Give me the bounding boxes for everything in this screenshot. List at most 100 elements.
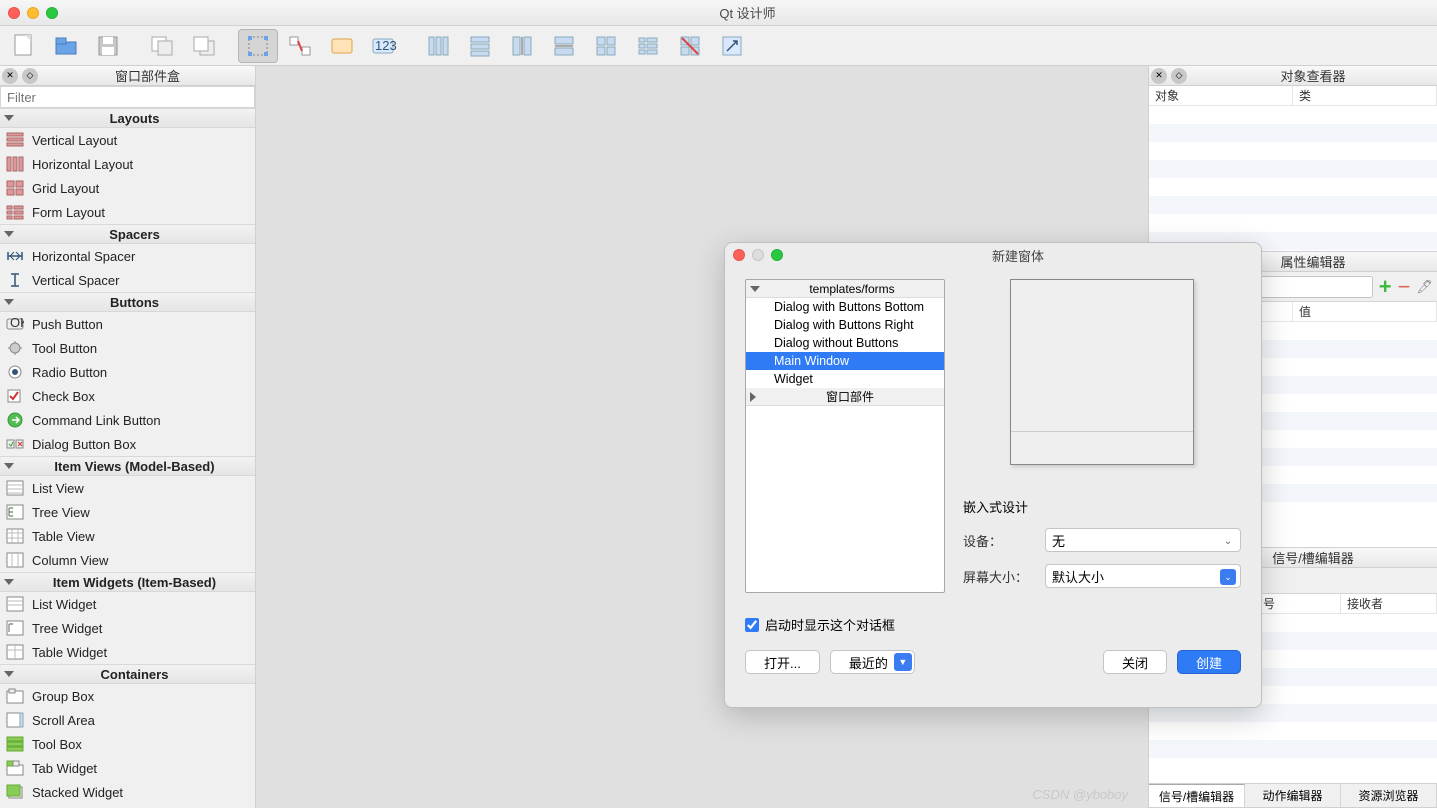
widget-icon (6, 436, 24, 452)
widget-label: Table View (32, 529, 95, 544)
expand-triangle-icon (4, 463, 14, 469)
panel-float-icon[interactable]: ◇ (22, 68, 38, 84)
add-property-icon[interactable]: + (1379, 274, 1392, 300)
collapse-arrow-icon (750, 392, 756, 402)
widgets-category-header[interactable]: 窗口部件 (746, 388, 944, 406)
widget-label: List Widget (32, 597, 96, 612)
layout-horiz-splitter-button[interactable] (502, 29, 542, 63)
widget-item[interactable]: Tool Button (0, 336, 255, 360)
tab-signal-slot[interactable]: 信号/槽编辑器 (1149, 784, 1245, 807)
widget-categories: LayoutsVertical LayoutHorizontal LayoutG… (0, 108, 255, 804)
widget-label: Command Link Button (32, 413, 161, 428)
layout-horizontal-button[interactable] (418, 29, 458, 63)
category-header[interactable]: Containers (0, 664, 255, 684)
save-file-button[interactable] (88, 29, 128, 63)
panel-close-icon[interactable]: ✕ (1151, 68, 1167, 84)
template-item[interactable]: Dialog without Buttons (746, 334, 944, 352)
screen-size-combo[interactable]: 默认大小⌄ (1045, 564, 1241, 588)
widget-item[interactable]: Stacked Widget (0, 780, 255, 804)
edit-tab-order-button[interactable]: 123 (364, 29, 404, 63)
panel-close-icon[interactable]: ✕ (2, 68, 18, 84)
widget-icon (6, 156, 24, 172)
widget-item[interactable]: Grid Layout (0, 176, 255, 200)
screen-size-label: 屏幕大小： (963, 567, 1033, 586)
show-on-startup-checkbox[interactable]: 启动时显示这个对话框 (745, 615, 1241, 634)
widget-item[interactable]: Horizontal Spacer (0, 244, 255, 268)
widget-label: Tree Widget (32, 621, 102, 636)
layout-vert-splitter-button[interactable] (544, 29, 584, 63)
configure-icon[interactable]: 🖊 (1416, 279, 1433, 295)
category-header[interactable]: Item Views (Model-Based) (0, 456, 255, 476)
widget-item[interactable]: Tree View (0, 500, 255, 524)
adjust-size-button[interactable] (712, 29, 752, 63)
send-to-back-button[interactable] (142, 29, 182, 63)
close-button[interactable]: 关闭 (1103, 650, 1167, 674)
minimize-window-icon[interactable] (27, 7, 39, 19)
widget-item[interactable]: Tab Widget (0, 756, 255, 780)
edit-widgets-button[interactable] (238, 29, 278, 63)
checkbox-icon[interactable] (745, 618, 759, 632)
layout-form-button[interactable] (628, 29, 668, 63)
widget-item[interactable]: Table View (0, 524, 255, 548)
bring-to-front-button[interactable] (184, 29, 224, 63)
open-button[interactable]: 打开... (745, 650, 820, 674)
template-item[interactable]: Widget (746, 370, 944, 388)
template-item[interactable]: Dialog with Buttons Right (746, 316, 944, 334)
template-list[interactable]: templates/forms Dialog with Buttons Bott… (745, 279, 945, 593)
open-file-button[interactable] (46, 29, 86, 63)
edit-buddies-button[interactable] (322, 29, 362, 63)
widget-filter-input[interactable] (0, 86, 255, 108)
widget-label: Check Box (32, 389, 95, 404)
object-column[interactable]: 对象 (1149, 86, 1293, 105)
recent-button[interactable]: 最近的▼ (830, 650, 915, 674)
templates-forms-header[interactable]: templates/forms (746, 280, 944, 298)
break-layout-button[interactable] (670, 29, 710, 63)
widget-item[interactable]: Column View (0, 548, 255, 572)
template-item[interactable]: Main Window (746, 352, 944, 370)
layout-vertical-button[interactable] (460, 29, 500, 63)
layout-grid-button[interactable] (586, 29, 626, 63)
widget-item[interactable]: Table Widget (0, 640, 255, 664)
create-button[interactable]: 创建 (1177, 650, 1241, 674)
dialog-maximize-icon[interactable] (771, 249, 783, 261)
remove-property-icon[interactable]: − (1398, 274, 1411, 300)
widget-item[interactable]: Dialog Button Box (0, 432, 255, 456)
category-header[interactable]: Spacers (0, 224, 255, 244)
new-file-button[interactable] (4, 29, 44, 63)
panel-float-icon[interactable]: ◇ (1171, 68, 1187, 84)
class-column[interactable]: 类 (1293, 86, 1437, 105)
category-header[interactable]: Item Widgets (Item-Based) (0, 572, 255, 592)
widget-item[interactable]: Command Link Button (0, 408, 255, 432)
template-item[interactable]: Dialog with Buttons Bottom (746, 298, 944, 316)
widget-item[interactable]: Horizontal Layout (0, 152, 255, 176)
dialog-close-icon[interactable] (733, 249, 745, 261)
widget-label: Push Button (32, 317, 103, 332)
tab-action-editor[interactable]: 动作编辑器 (1245, 784, 1341, 807)
widget-item[interactable]: Form Layout (0, 200, 255, 224)
widget-item[interactable]: Radio Button (0, 360, 255, 384)
tab-resource-browser[interactable]: 资源浏览器 (1341, 784, 1437, 807)
widget-item[interactable]: List Widget (0, 592, 255, 616)
edit-signals-button[interactable] (280, 29, 320, 63)
category-header[interactable]: Buttons (0, 292, 255, 312)
widget-label: Group Box (32, 689, 94, 704)
widget-item[interactable]: Tool Box (0, 732, 255, 756)
widget-item[interactable]: Scroll Area (0, 708, 255, 732)
widget-item[interactable]: List View (0, 476, 255, 500)
maximize-window-icon[interactable] (46, 7, 58, 19)
device-combo[interactable]: 无⌄ (1045, 528, 1241, 552)
receiver-column[interactable]: 接收者 (1341, 594, 1437, 613)
close-window-icon[interactable] (8, 7, 20, 19)
widget-label: Tool Button (32, 341, 97, 356)
widget-item[interactable]: Tree Widget (0, 616, 255, 640)
widget-item[interactable]: Vertical Layout (0, 128, 255, 152)
value-column[interactable]: 值 (1293, 302, 1437, 321)
dialog-minimize-icon (752, 249, 764, 261)
widget-item[interactable]: Check Box (0, 384, 255, 408)
widget-item[interactable]: Vertical Spacer (0, 268, 255, 292)
category-header[interactable]: Layouts (0, 108, 255, 128)
widget-item[interactable]: OKPush Button (0, 312, 255, 336)
widget-icon (6, 132, 24, 148)
widget-icon (6, 712, 24, 728)
widget-item[interactable]: Group Box (0, 684, 255, 708)
